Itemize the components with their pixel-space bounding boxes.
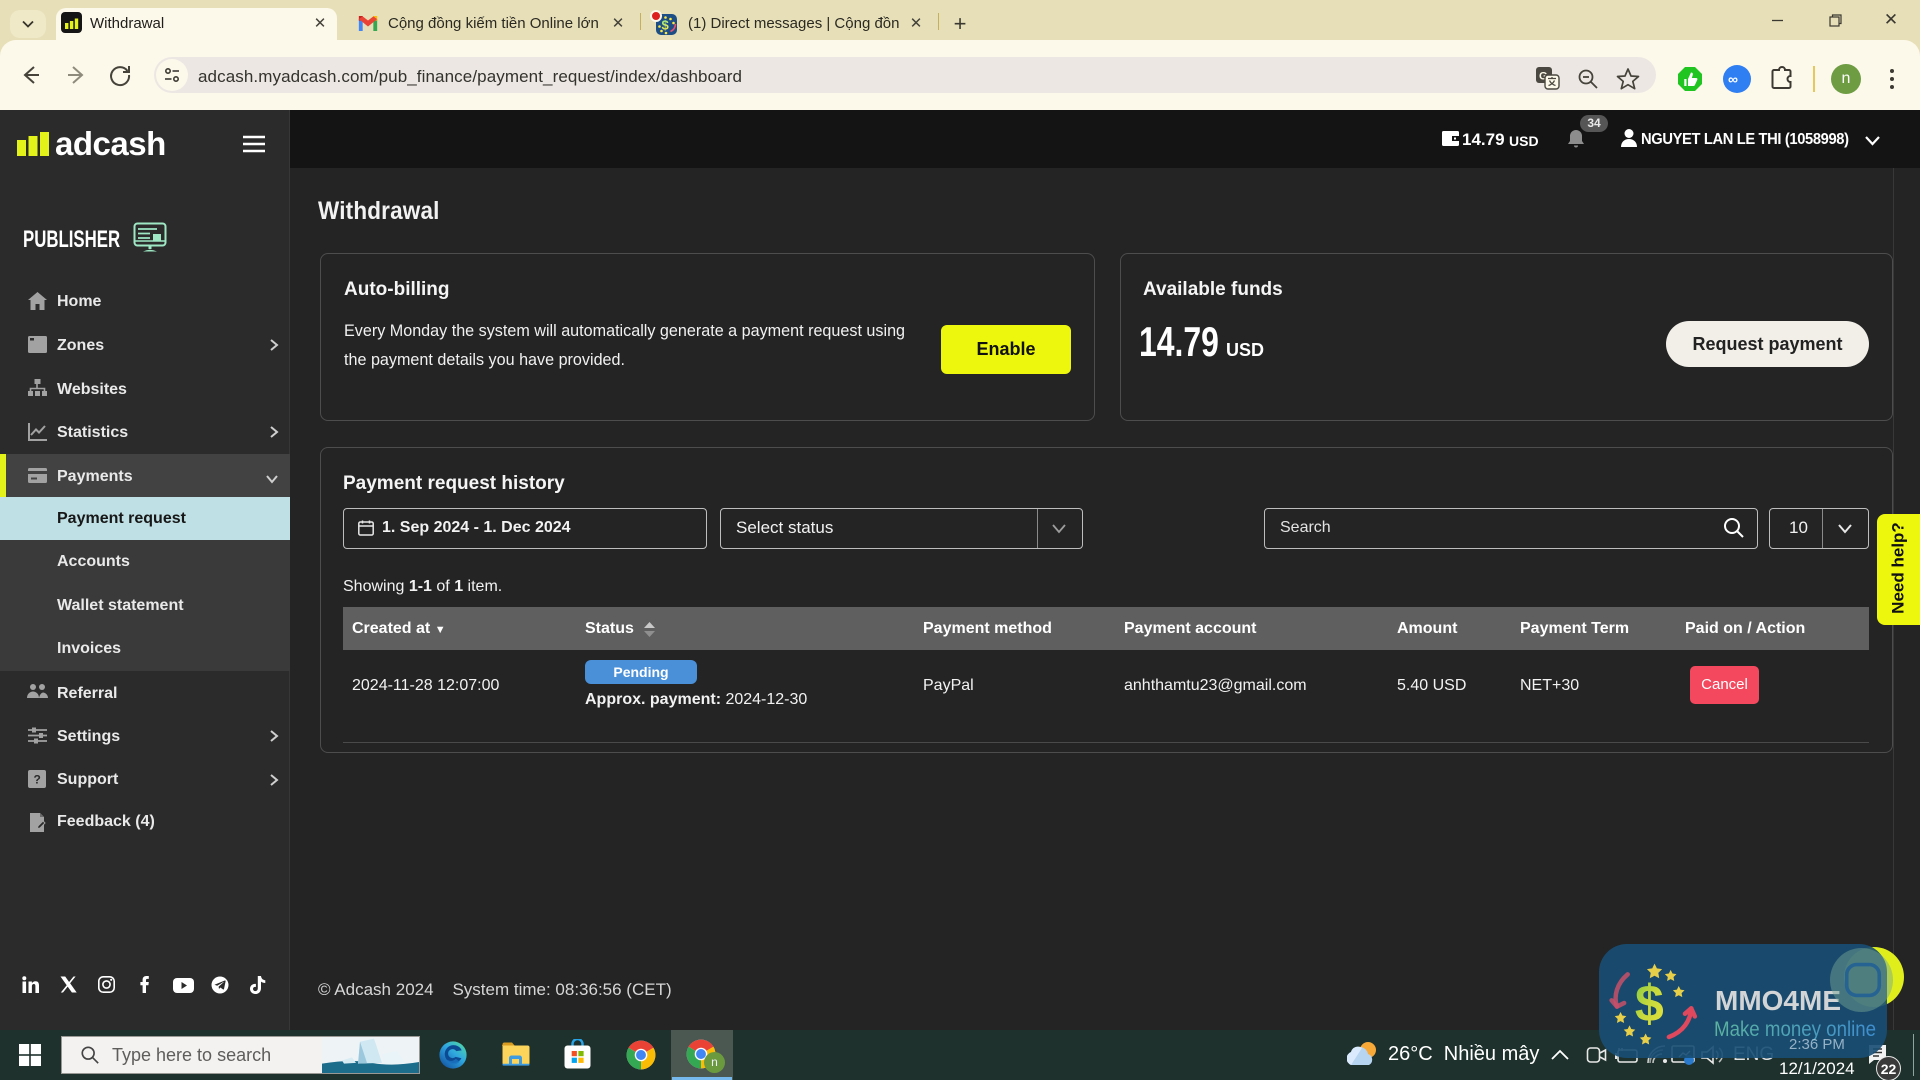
svg-text:∞: ∞ <box>1728 71 1738 87</box>
svg-text:$: $ <box>1635 975 1664 1033</box>
svg-text:?: ? <box>34 773 41 787</box>
svg-text:$: $ <box>662 18 670 33</box>
